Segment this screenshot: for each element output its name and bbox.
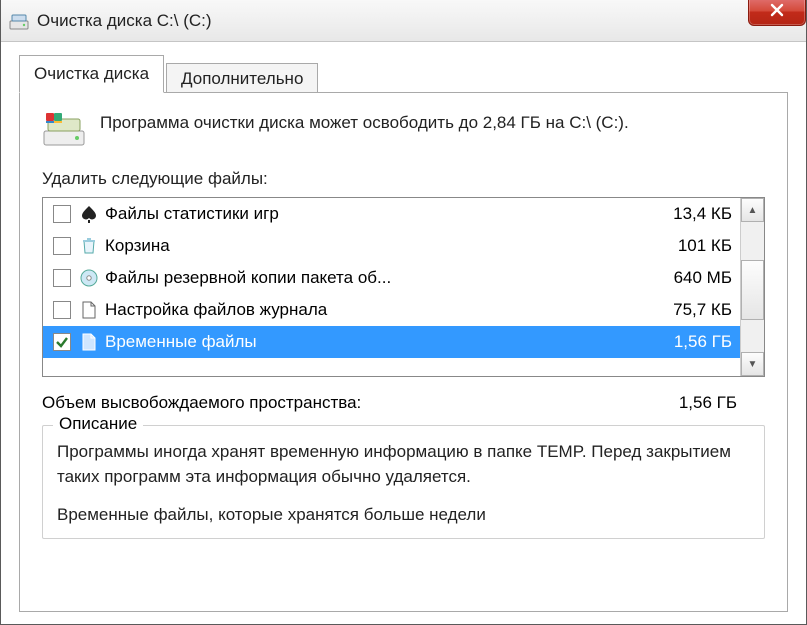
file-item-label: Корзина [105, 236, 644, 256]
total-row: Объем высвобождаемого пространства: 1,56… [42, 393, 765, 413]
window-title: Очистка диска C:\ (C:) [37, 11, 212, 31]
page-icon [79, 300, 99, 320]
disc-icon [79, 268, 99, 288]
tab-more-options[interactable]: Дополнительно [166, 63, 318, 95]
checkbox[interactable] [53, 301, 71, 319]
scroll-up-button[interactable]: ▲ [741, 198, 764, 222]
file-item-size: 75,7 КБ [652, 300, 732, 320]
file-item-label: Файлы резервной копии пакета об... [105, 268, 644, 288]
total-value: 1,56 ГБ [679, 393, 737, 413]
scrollbar[interactable]: ▲ ▼ [740, 198, 764, 376]
dialog-window: Очистка диска C:\ (C:) Очистка диска Доп… [0, 0, 807, 625]
file-item-size: 13,4 КБ [652, 204, 732, 224]
checkbox[interactable] [53, 333, 71, 351]
description-title: Описание [53, 414, 143, 434]
drive-icon [42, 111, 86, 151]
tab-strip: Очистка диска Дополнительно [19, 56, 788, 92]
file-item-size: 101 КБ [652, 236, 732, 256]
page-icon [79, 332, 99, 352]
checkbox[interactable] [53, 269, 71, 287]
disk-cleanup-icon [9, 11, 29, 31]
list-item[interactable]: Корзина 101 КБ [43, 230, 740, 262]
file-item-size: 640 МБ [652, 268, 732, 288]
files-to-delete-label: Удалить следующие файлы: [42, 169, 765, 189]
description-body-2: Временные файлы, которые хранятся больше… [57, 503, 750, 528]
close-icon [770, 2, 784, 22]
file-item-label: Временные файлы [105, 332, 644, 352]
list-item[interactable]: Файлы статистики игр 13,4 КБ [43, 198, 740, 230]
checkbox[interactable] [53, 237, 71, 255]
client-area: Очистка диска Дополнительно Программ [1, 42, 806, 612]
list-item[interactable]: Файлы резервной копии пакета об... 640 МБ [43, 262, 740, 294]
scroll-track[interactable] [741, 222, 764, 352]
list-item[interactable]: Настройка файлов журнала 75,7 КБ [43, 294, 740, 326]
titlebar[interactable]: Очистка диска C:\ (C:) [1, 0, 806, 42]
scroll-thumb[interactable] [741, 260, 764, 320]
close-button[interactable] [748, 0, 806, 26]
bin-icon [79, 236, 99, 256]
tab-cleanup[interactable]: Очистка диска [19, 55, 164, 93]
total-label: Объем высвобождаемого пространства: [42, 393, 361, 413]
file-item-label: Настройка файлов журнала [105, 300, 644, 320]
tab-panel-cleanup: Программа очистки диска может освободить… [19, 92, 788, 612]
description-group: Описание Программы иногда хранят временн… [42, 425, 765, 539]
file-list: Файлы статистики игр 13,4 КБ Корзина 101 КБ… [42, 197, 765, 377]
file-item-size: 1,56 ГБ [652, 332, 732, 352]
scroll-down-button[interactable]: ▼ [741, 352, 764, 376]
checkbox[interactable] [53, 205, 71, 223]
intro-row: Программа очистки диска может освободить… [42, 111, 765, 151]
spade-icon [79, 204, 99, 224]
description-body-1: Программы иногда хранят временную информ… [57, 440, 750, 489]
list-item[interactable]: Временные файлы 1,56 ГБ [43, 326, 740, 358]
file-item-label: Файлы статистики игр [105, 204, 644, 224]
intro-text: Программа очистки диска может освободить… [100, 111, 629, 135]
